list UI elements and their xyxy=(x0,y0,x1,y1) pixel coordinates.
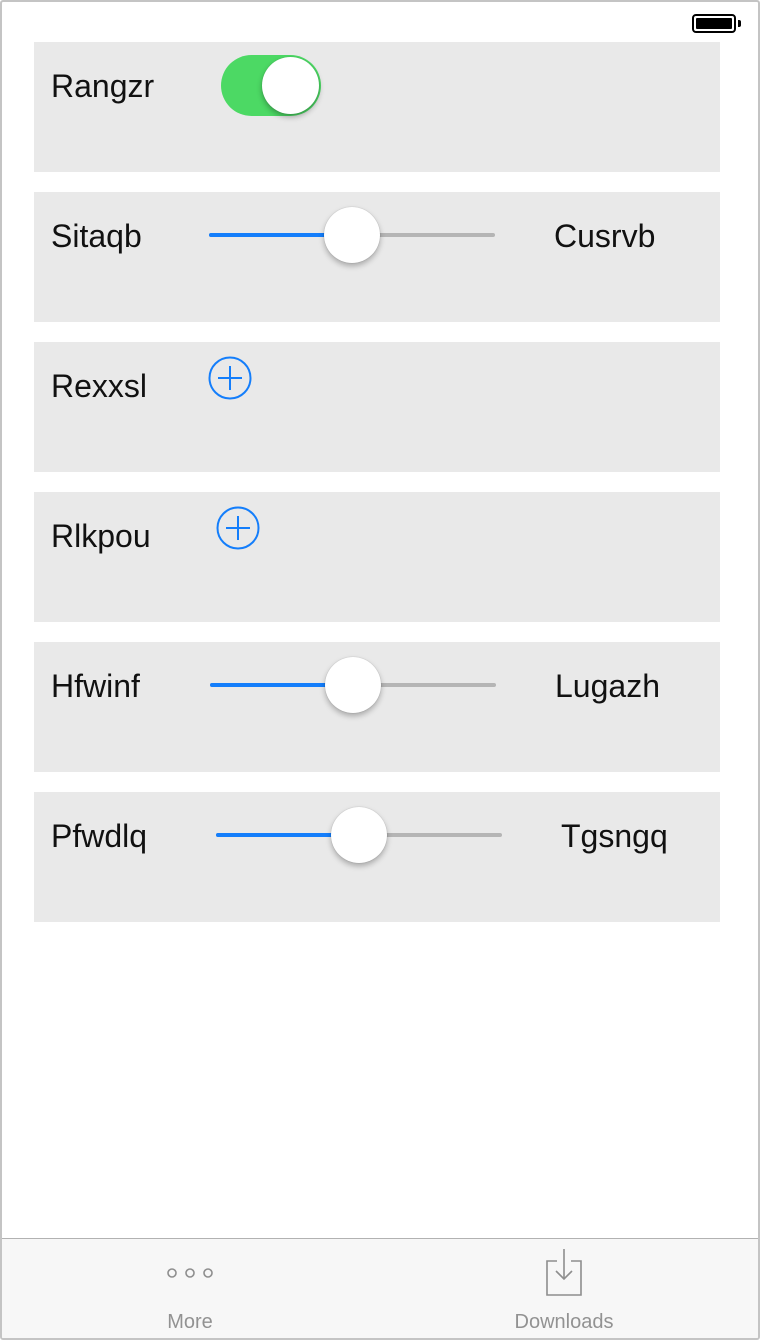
device-screen: Rangzr Sitaqb Cusrvb Rexxsl Rlkpou Hfwin… xyxy=(0,0,760,1340)
tab-label: Downloads xyxy=(514,1311,614,1333)
value-slider[interactable] xyxy=(216,805,502,865)
slider-max-label: Lugazh xyxy=(555,668,660,704)
settings-row-rlkpou: Rlkpou xyxy=(34,492,720,622)
row-label: Rangzr xyxy=(51,68,155,104)
row-label: Pfwdlq xyxy=(51,818,148,854)
row-label: Rlkpou xyxy=(51,518,151,554)
slider-thumb[interactable] xyxy=(325,657,381,713)
battery-nub xyxy=(738,20,741,27)
slider-max-label: Cusrvb xyxy=(554,218,656,254)
tab-more[interactable]: More xyxy=(90,1239,290,1338)
settings-row-rangzr: Rangzr xyxy=(34,42,720,172)
row-label: Rexxsl xyxy=(51,368,148,404)
add-button[interactable] xyxy=(216,506,260,550)
toggle-knob xyxy=(262,57,319,114)
settings-row-hfwinf: Hfwinf Lugazh xyxy=(34,642,720,772)
settings-row-pfwdlq: Pfwdlq Tgsngq xyxy=(34,792,720,922)
more-dots-icon xyxy=(167,1268,213,1278)
tab-label: More xyxy=(167,1311,213,1333)
value-slider[interactable] xyxy=(210,655,496,715)
row-label: Sitaqb xyxy=(51,218,142,254)
value-slider[interactable] xyxy=(209,205,495,265)
plus-circle-icon xyxy=(216,506,260,550)
add-button[interactable] xyxy=(208,356,252,400)
row-label: Hfwinf xyxy=(51,668,140,704)
download-tray-icon xyxy=(546,1249,582,1296)
settings-row-sitaqb: Sitaqb Cusrvb xyxy=(34,192,720,322)
slider-thumb[interactable] xyxy=(331,807,387,863)
toggle-switch[interactable] xyxy=(221,55,321,116)
slider-thumb[interactable] xyxy=(324,207,380,263)
slider-max-label: Tgsngq xyxy=(561,818,668,854)
plus-circle-icon xyxy=(208,356,252,400)
battery-icon xyxy=(692,14,736,33)
tab-bar: More Downloads xyxy=(2,1238,758,1338)
settings-row-rexxsl: Rexxsl xyxy=(34,342,720,472)
tab-downloads[interactable]: Downloads xyxy=(464,1239,664,1338)
